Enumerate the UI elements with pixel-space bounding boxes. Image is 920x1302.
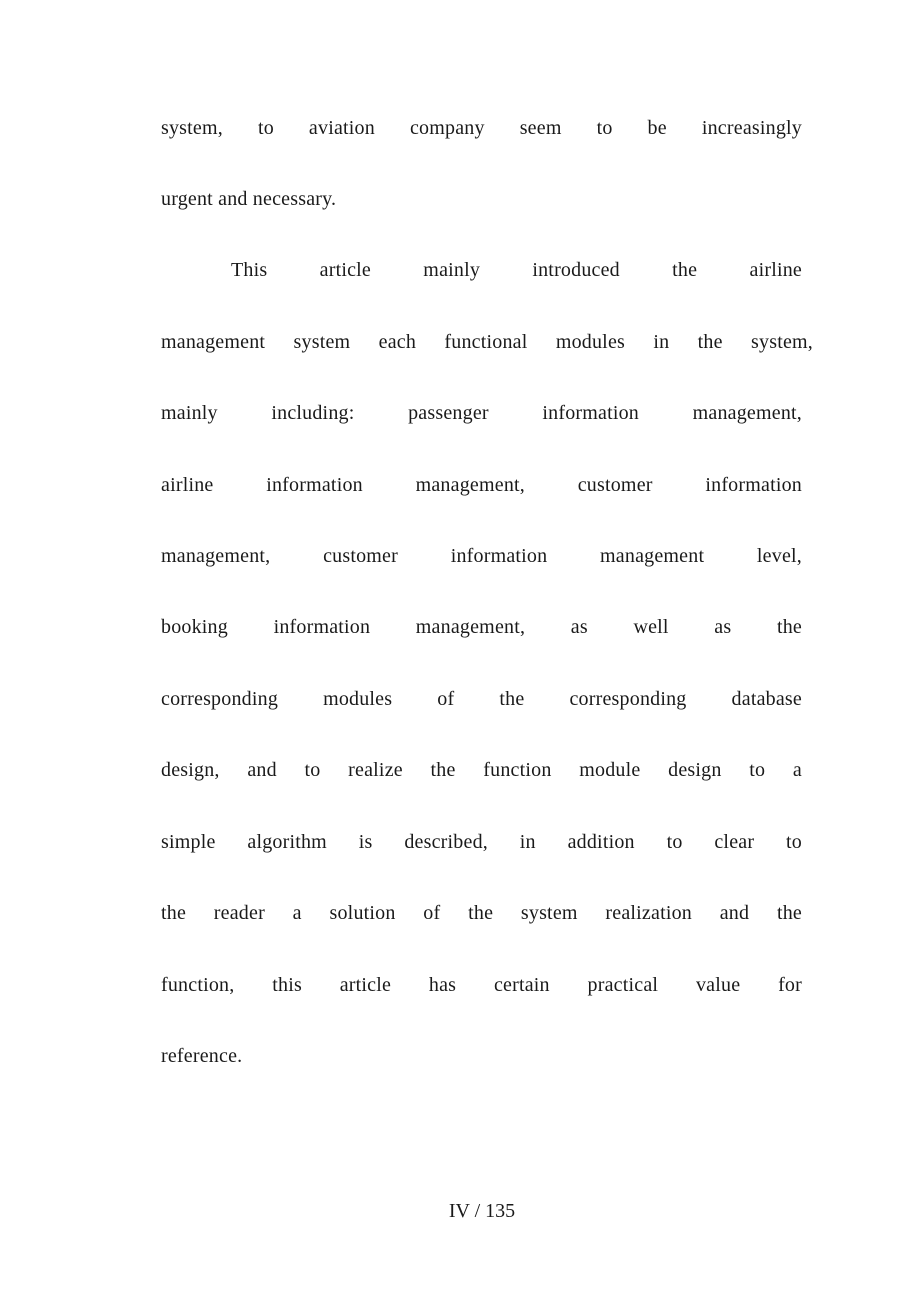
text-line: This article mainly introduced the airli… [231,259,802,281]
text-line: urgent and necessary. [161,188,337,210]
text-line: management, customer information managem… [161,545,802,567]
text-line: management system each functional module… [161,331,813,353]
text-line: the reader a solution of the system real… [161,902,802,924]
text-line: reference. [161,1045,243,1067]
page-number: IV / 135 [448,1200,516,1222]
page-footer: IV / 135 [0,1198,920,1224]
text-line: system, to aviation company seem to be i… [161,117,802,139]
text-line: booking information management, as well … [161,616,802,638]
text-line: design, and to realize the function modu… [161,759,802,781]
text-line: simple algorithm is described, in additi… [161,831,802,853]
text-line: corresponding modules of the correspondi… [161,688,802,710]
document-page: system, to aviation company seem to be i… [0,0,920,1302]
text-line: function, this article has certain pract… [161,974,802,996]
text-line: mainly including: passenger information … [161,402,802,424]
text-line: airline information management, customer… [161,474,802,496]
